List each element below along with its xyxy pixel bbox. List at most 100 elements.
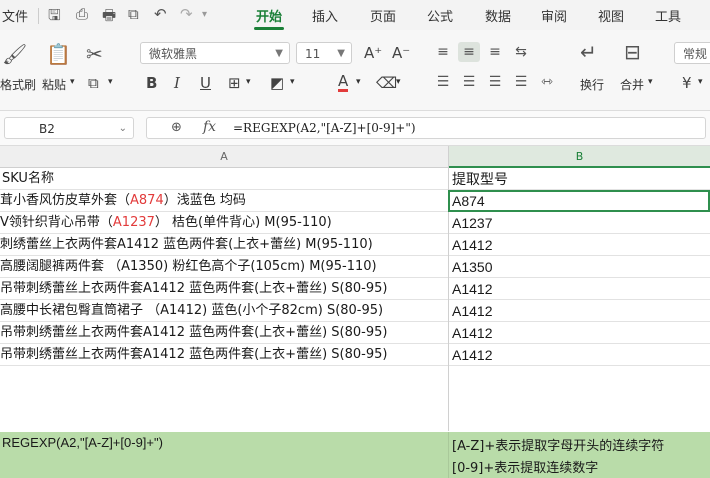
- increase-font-icon[interactable]: A⁺: [364, 44, 382, 62]
- note-line-1[interactable]: [A-Z]+表示提取字母开头的连续字符: [452, 435, 664, 454]
- menu-file[interactable]: 文件: [2, 6, 28, 25]
- currency-dropdown-icon[interactable]: ▾: [698, 77, 703, 87]
- chevron-down-icon: ▼: [275, 48, 283, 59]
- cell-a8[interactable]: 吊带刺绣蕾丝上衣两件套A1412 蓝色两件套(上衣+蕾丝) S(80-95): [0, 322, 448, 344]
- paste-dropdown-icon[interactable]: ▾: [70, 77, 75, 87]
- cell-b3[interactable]: A1237: [452, 212, 710, 234]
- font-name-select[interactable]: 微软雅黑 ▼: [140, 42, 290, 64]
- paste-icon[interactable]: 📋: [46, 42, 71, 66]
- chevron-down-icon: ▼: [337, 48, 345, 59]
- justify-icon[interactable]: ☰: [510, 72, 532, 92]
- align-top-icon[interactable]: ≡: [432, 42, 454, 62]
- cell-a1[interactable]: SKU名称: [0, 168, 450, 190]
- redo-dropdown-icon[interactable]: ▾: [202, 9, 207, 20]
- table-row: V领针织背心吊带（A1237） 桔色(单件背心) M(95-110) A1237: [0, 212, 710, 234]
- formula-input[interactable]: ⊕ fx =REGEXP(A2,"[A-Z]+[0-9]+"): [146, 117, 706, 139]
- column-divider: [448, 146, 449, 431]
- distributed-icon[interactable]: ⇿: [536, 72, 558, 92]
- align-right-icon[interactable]: ☰: [484, 72, 506, 92]
- zoom-icon[interactable]: ⊕: [171, 120, 182, 135]
- orientation-icon[interactable]: ⇆: [510, 42, 532, 62]
- table-row: 刺绣蕾丝上衣两件套A1412 蓝色两件套(上衣+蕾丝) M(95-110) A1…: [0, 234, 710, 256]
- column-header-b[interactable]: B: [449, 146, 710, 168]
- cell-b1[interactable]: 提取型号: [452, 168, 710, 190]
- number-format-value: 常规: [683, 47, 708, 61]
- tab-page[interactable]: 页面: [370, 6, 396, 25]
- merge-cells-label[interactable]: 合并: [620, 76, 644, 93]
- note-divider: [448, 432, 449, 478]
- menu-divider: [38, 8, 39, 24]
- chevron-down-icon: ⌄: [118, 123, 127, 134]
- tab-tools[interactable]: 工具: [655, 6, 681, 25]
- table-row: 吊带刺绣蕾丝上衣两件套A1412 蓝色两件套(上衣+蕾丝) S(80-95) A…: [0, 322, 710, 344]
- print-preview-icon[interactable]: ⎙: [76, 5, 88, 23]
- tab-home[interactable]: 开始: [256, 6, 282, 25]
- fill-dropdown-icon[interactable]: ▾: [290, 77, 295, 87]
- border-icon[interactable]: ⊞: [228, 74, 241, 92]
- tab-insert[interactable]: 插入: [312, 6, 338, 25]
- paste-label[interactable]: 粘贴: [42, 76, 66, 93]
- clear-dropdown-icon[interactable]: ▾: [396, 77, 401, 87]
- wrap-text-label[interactable]: 换行: [580, 76, 604, 93]
- formula-bar: B2 ⌄ ⊕ fx =REGEXP(A2,"[A-Z]+[0-9]+"): [0, 111, 710, 146]
- cut-icon[interactable]: ✂: [86, 42, 103, 66]
- cell-b8[interactable]: A1412: [452, 322, 710, 344]
- currency-icon[interactable]: ¥: [682, 74, 692, 92]
- align-center-icon[interactable]: ☰: [458, 72, 480, 92]
- font-color-dropdown-icon[interactable]: ▾: [356, 77, 361, 87]
- cell-b5[interactable]: A1350: [452, 256, 710, 278]
- name-box[interactable]: B2 ⌄: [4, 117, 134, 139]
- column-header-a[interactable]: A: [0, 146, 448, 168]
- cell-b4[interactable]: A1412: [452, 234, 710, 256]
- redo-icon[interactable]: ↷: [180, 5, 193, 23]
- align-middle-icon[interactable]: ≡: [458, 42, 480, 62]
- tab-formulas[interactable]: 公式: [427, 6, 453, 25]
- align-left-icon[interactable]: ☰: [432, 72, 454, 92]
- align-bottom-icon[interactable]: ≡: [484, 42, 506, 62]
- copy-format-icon[interactable]: ⧉: [88, 74, 99, 92]
- cell-a2[interactable]: 茸小香风仿皮草外套（A874）浅蓝色 均码: [0, 190, 448, 212]
- merge-cells-icon[interactable]: ⊟: [624, 40, 641, 64]
- format-painter-icon[interactable]: 🖌: [2, 42, 27, 66]
- formula-text[interactable]: =REGEXP(A2,"[A-Z]+[0-9]+"): [233, 121, 416, 135]
- save-icon[interactable]: 🖫: [48, 5, 61, 30]
- cell-a4[interactable]: 刺绣蕾丝上衣两件套A1412 蓝色两件套(上衣+蕾丝) M(95-110): [0, 234, 448, 256]
- table-row: 吊带刺绣蕾丝上衣两件套A1412 蓝色两件套(上衣+蕾丝) S(80-95) A…: [0, 278, 710, 300]
- cell-b9[interactable]: A1412: [452, 344, 710, 366]
- eraser-icon[interactable]: ⌫: [376, 74, 397, 92]
- copy-icon[interactable]: ⧉: [128, 5, 139, 23]
- print-icon[interactable]: 🖶: [102, 5, 116, 30]
- font-size-select[interactable]: 11 ▼: [296, 42, 352, 64]
- cell-b6[interactable]: A1412: [452, 278, 710, 300]
- note-line-2[interactable]: [0-9]+表示提取连续数字: [452, 457, 598, 476]
- cell-a6[interactable]: 吊带刺绣蕾丝上衣两件套A1412 蓝色两件套(上衣+蕾丝) S(80-95): [0, 278, 448, 300]
- cell-b7[interactable]: A1412: [452, 300, 710, 322]
- wrap-text-icon[interactable]: ↵: [580, 40, 597, 64]
- ribbon: 🖌 格式刷 📋 粘贴 ▾ ✂ ⧉ ▾ 微软雅黑 ▼ 11 ▼ A⁺ A⁻ B I…: [0, 30, 710, 111]
- underline-icon[interactable]: U: [200, 74, 211, 92]
- selected-cell-outline: [448, 190, 710, 212]
- table-row: 高腰中长裙包臀直筒裙子 （A1412) 蓝色(小个子82cm) S(80-95)…: [0, 300, 710, 322]
- undo-icon[interactable]: ↶: [154, 5, 167, 23]
- border-dropdown-icon[interactable]: ▾: [246, 77, 251, 87]
- note-formula[interactable]: REGEXP(A2,"[A-Z]+[0-9]+"): [2, 435, 163, 450]
- bold-icon[interactable]: B: [146, 74, 157, 92]
- merge-dropdown-icon[interactable]: ▾: [648, 77, 653, 87]
- cell-a7[interactable]: 高腰中长裙包臀直筒裙子 （A1412) 蓝色(小个子82cm) S(80-95): [0, 300, 448, 322]
- decrease-font-icon[interactable]: A⁻: [392, 44, 410, 62]
- explanation-row: REGEXP(A2,"[A-Z]+[0-9]+") [A-Z]+表示提取字母开头…: [0, 432, 710, 478]
- cell-a9[interactable]: 吊带刺绣蕾丝上衣两件套A1412 蓝色两件套(上衣+蕾丝) S(80-95): [0, 344, 448, 366]
- function-icon[interactable]: fx: [203, 119, 216, 135]
- tab-review[interactable]: 审阅: [541, 6, 567, 25]
- cell-a3[interactable]: V领针织背心吊带（A1237） 桔色(单件背心) M(95-110): [0, 212, 448, 234]
- cell-a5[interactable]: 高腰阔腿裤两件套 （A1350) 粉红色高个子(105cm) M(95-110): [0, 256, 448, 278]
- tab-data[interactable]: 数据: [485, 6, 511, 25]
- italic-icon[interactable]: I: [174, 74, 180, 92]
- table-row: 吊带刺绣蕾丝上衣两件套A1412 蓝色两件套(上衣+蕾丝) S(80-95) A…: [0, 344, 710, 366]
- font-color-icon[interactable]: A: [338, 73, 349, 92]
- number-format-select[interactable]: 常规: [674, 42, 710, 64]
- tab-view[interactable]: 视图: [598, 6, 624, 25]
- copy-dropdown-icon[interactable]: ▾: [108, 77, 113, 87]
- fill-color-icon[interactable]: ◩: [270, 74, 284, 92]
- format-painter-label[interactable]: 格式刷: [0, 76, 36, 93]
